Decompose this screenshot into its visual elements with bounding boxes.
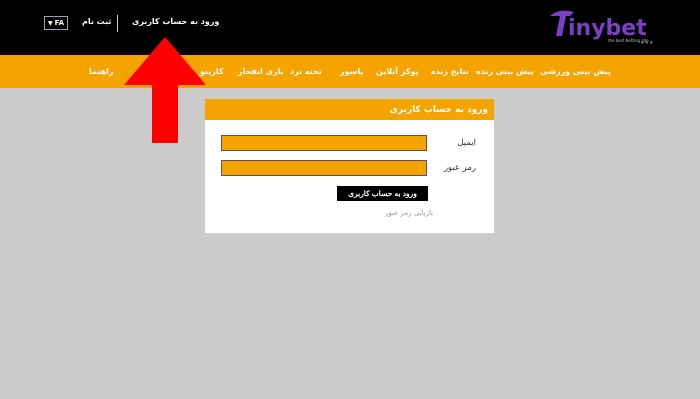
password-field[interactable]	[221, 160, 427, 176]
login-submit-button[interactable]: ورود به حساب کاربری	[337, 186, 428, 201]
nav-item-pasur[interactable]: پاسور	[340, 67, 364, 76]
forgot-password-link[interactable]: بازیابی رمز عبور	[385, 209, 433, 217]
nav-item-online-poker[interactable]: پوکر آنلاین	[376, 67, 418, 76]
login-panel: ورود به حساب کاربری ایمیل رمز عبور ورود …	[205, 99, 494, 233]
login-panel-title: ورود به حساب کاربری	[205, 99, 494, 120]
header-divider	[117, 15, 118, 32]
nav-item-live-prediction[interactable]: پیش بینی زنده	[476, 67, 534, 76]
nav-item-help[interactable]: راهنما	[89, 67, 114, 76]
nav-item-casino[interactable]: کازینو	[200, 67, 224, 76]
caret-down-icon: ▼	[47, 19, 53, 27]
nav-item-backgammon[interactable]: تخته نرد	[290, 67, 322, 76]
nav-item-live-results[interactable]: نتایج زنده	[431, 67, 469, 76]
login-link[interactable]: ورود به حساب کاربری	[132, 17, 219, 26]
nav-item-crash-game[interactable]: بازی انفجار	[238, 67, 284, 76]
top-bar: ▼ FA ثبت نام ورود به حساب کاربری inybet …	[0, 0, 700, 55]
email-field[interactable]	[221, 135, 427, 151]
language-label: FA	[54, 19, 65, 27]
language-selector[interactable]: ▼ FA	[44, 16, 68, 30]
tinybet-logo[interactable]: inybet the best betting site ★★★	[548, 6, 660, 46]
svg-text:★★★: ★★★	[640, 40, 654, 46]
email-label: ایمیل	[457, 138, 476, 148]
register-link[interactable]: ثبت نام	[82, 17, 111, 26]
nav-item-sports-prediction[interactable]: پیش بینی ورزشی	[540, 67, 611, 76]
main-nav: پیش بینی ورزشی پیش بینی زنده نتایج زنده …	[0, 55, 700, 88]
password-label: رمز عبور	[443, 163, 476, 173]
